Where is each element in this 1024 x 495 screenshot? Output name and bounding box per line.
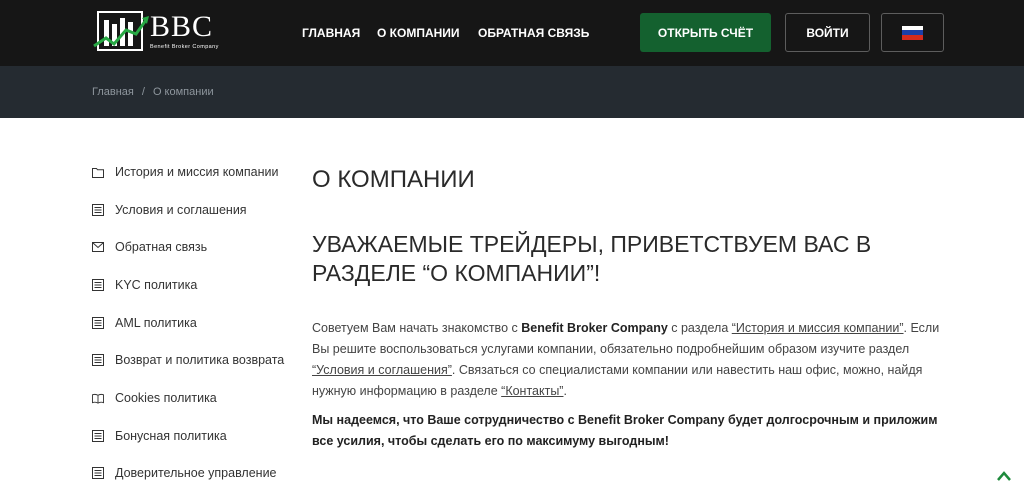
terms-link[interactable]: “Условия и соглашения”: [312, 363, 452, 377]
sidebar-item-label: Условия и соглашения: [115, 203, 247, 217]
sidebar-item-label: AML политика: [115, 316, 197, 330]
book-icon: [92, 392, 104, 404]
logo-text: BBC: [150, 10, 214, 43]
document-list-icon: [92, 354, 104, 366]
page-title: О КОМПАНИИ: [312, 166, 475, 193]
history-link[interactable]: “История и миссия компании”: [732, 321, 904, 335]
nav-link-about[interactable]: О КОМПАНИИ: [377, 26, 460, 40]
nav-link-feedback[interactable]: ОБРАТНАЯ СВЯЗЬ: [478, 26, 589, 40]
intro-text: Советуем Вам начать знакомство с: [312, 321, 522, 335]
document-list-icon: [92, 317, 104, 329]
welcome-heading: УВАЖАЕМЫЕ ТРЕЙДЕРЫ, ПРИВЕТСТВУЕМ ВАС В Р…: [312, 231, 872, 286]
sidebar-item-trust-management[interactable]: Доверительное управление: [92, 463, 277, 483]
logo-subtitle: Benefit Broker Company: [150, 44, 219, 50]
sidebar-item-refund[interactable]: Возврат и политика возврата: [92, 350, 284, 370]
breadcrumb: Главная / О компании: [92, 86, 214, 98]
document-list-icon: [92, 430, 104, 442]
login-button[interactable]: ВОЙТИ: [785, 13, 870, 52]
sidebar-item-label: Возврат и политика возврата: [115, 353, 285, 367]
language-switcher[interactable]: [881, 13, 944, 52]
nav-link-home[interactable]: ГЛАВНАЯ: [302, 26, 360, 40]
company-name: Benefit Broker Company: [521, 321, 668, 335]
sidebar-item-label: Бонусная политика: [115, 429, 227, 443]
russia-flag-icon: [902, 25, 923, 40]
top-header: BBC Benefit Broker Company ГЛАВНАЯ О КОМ…: [0, 0, 1024, 66]
breadcrumb-home[interactable]: Главная: [92, 86, 134, 98]
breadcrumb-bar: Главная / О компании: [0, 66, 1024, 118]
document-list-icon: [92, 279, 104, 291]
open-account-button[interactable]: ОТКРЫТЬ СЧЁТ: [640, 13, 771, 52]
intro-text: с раздела: [667, 321, 732, 335]
sidebar-item-bonus[interactable]: Бонусная политика: [92, 426, 227, 446]
document-list-icon: [92, 467, 104, 479]
sidebar-item-terms[interactable]: Условия и соглашения: [92, 200, 247, 220]
sidebar-item-label: Обратная связь: [115, 240, 208, 254]
sidebar-item-kyc[interactable]: KYC политика: [92, 275, 197, 295]
breadcrumb-current: О компании: [152, 86, 214, 98]
scroll-to-top-icon[interactable]: [996, 470, 1012, 482]
sidebar-item-cookies[interactable]: Cookies политика: [92, 388, 217, 408]
intro-text: .: [563, 384, 567, 398]
sidebar-item-label: История и миссия компании: [115, 165, 279, 179]
sidebar-item-feedback[interactable]: Обратная связь: [92, 237, 207, 257]
sidebar-item-aml[interactable]: AML политика: [92, 313, 197, 333]
breadcrumb-separator: /: [141, 86, 145, 98]
envelope-icon: [92, 241, 104, 253]
intro-paragraph: Советуем Вам начать знакомство с Benefit…: [312, 318, 952, 402]
logo[interactable]: BBC Benefit Broker Company: [92, 10, 222, 56]
sidebar-item-history[interactable]: История и миссия компании: [92, 162, 278, 182]
document-list-icon: [92, 204, 104, 216]
sidebar-item-label: Доверительное управление: [115, 466, 277, 480]
sidebar-item-label: KYC политика: [115, 278, 198, 292]
contacts-link[interactable]: “Контакты”: [501, 384, 563, 398]
logo-chart-icon: [93, 11, 149, 51]
sidebar-item-label: Cookies политика: [115, 391, 217, 405]
folder-icon: [92, 166, 104, 178]
closing-paragraph: Мы надеемся, что Ваше сотрудничество с B…: [312, 413, 938, 448]
